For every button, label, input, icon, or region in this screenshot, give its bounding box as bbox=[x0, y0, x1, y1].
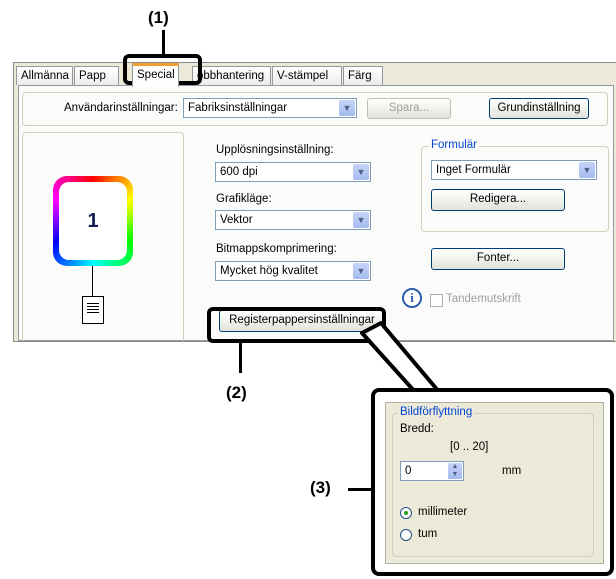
image-shift-dialog-area: Bildförflyttning Bredd: [0 .. 20] 0 ▲ ▼ m… bbox=[385, 402, 604, 564]
callout-3: (3) bbox=[310, 478, 331, 497]
width-input[interactable]: 0 ▲ ▼ bbox=[400, 461, 464, 481]
millimeter-radio[interactable] bbox=[400, 507, 412, 519]
tab-special[interactable]: Special bbox=[132, 63, 179, 87]
image-shift-group-title: Bildförflyttning bbox=[398, 406, 475, 418]
spinner-icon[interactable]: ▲ ▼ bbox=[448, 463, 462, 479]
width-range: [0 .. 20] bbox=[450, 441, 489, 453]
inch-label: tum bbox=[418, 528, 438, 540]
inch-radio[interactable] bbox=[400, 529, 412, 541]
width-label: Bredd: bbox=[400, 423, 434, 435]
unit-label: mm bbox=[502, 465, 522, 477]
millimeter-label: millimeter bbox=[418, 506, 468, 518]
zoomed-image-shift-panel: Bildförflyttning Bredd: [0 .. 20] 0 ▲ ▼ m… bbox=[371, 388, 614, 576]
width-value: 0 bbox=[405, 465, 412, 477]
